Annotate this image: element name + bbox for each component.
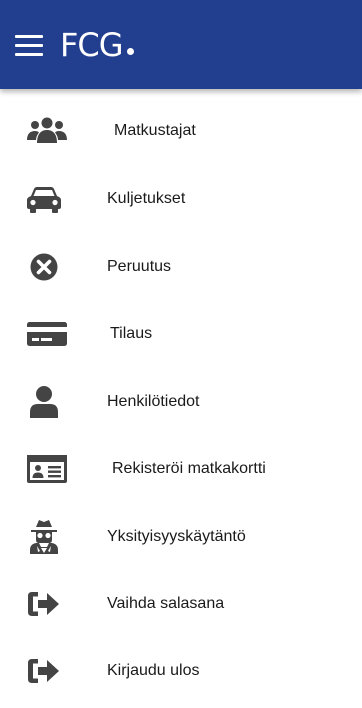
- menu-label-peruutus: Peruutus: [107, 258, 172, 275]
- menu-item-rekisteroi-matkakortti[interactable]: Rekisteröi matkakortti: [0, 445, 362, 493]
- menu-label-matkustajat: Matkustajat: [114, 122, 196, 139]
- menu-label-rekisteroi-matkakortti: Rekisteröi matkakortti: [112, 460, 266, 477]
- logo-dot: [126, 47, 134, 55]
- menu-item-vaihda-salasana[interactable]: Vaihda salasana: [0, 580, 362, 628]
- credit-card-icon: [25, 316, 69, 352]
- fcg-logo[interactable]: FCG: [60, 25, 134, 65]
- menu-item-yksityisyyskaytanto[interactable]: Yksityisyyskäytäntö: [0, 513, 362, 561]
- app-header: FCG: [0, 0, 362, 89]
- menu-label-kuljetukset: Kuljetukset: [107, 190, 186, 207]
- menu-item-peruutus[interactable]: Peruutus: [0, 243, 362, 291]
- menu-item-matkustajat[interactable]: Matkustajat: [0, 107, 362, 155]
- menu-label-henkilotiedot: Henkilötiedot: [107, 393, 200, 410]
- menu-label-vaihda-salasana: Vaihda salasana: [107, 595, 225, 612]
- logo-text: FCG: [60, 26, 124, 64]
- menu-item-kirjaudu-ulos[interactable]: Kirjaudu ulos: [0, 647, 362, 695]
- user-secret-icon: [25, 519, 69, 555]
- menu-item-henkilotiedot[interactable]: Henkilötiedot: [0, 378, 362, 426]
- menu-item-kuljetukset[interactable]: Kuljetukset: [0, 175, 362, 223]
- hamburger-icon[interactable]: [15, 34, 43, 58]
- sign-out-icon: [25, 586, 69, 622]
- sign-out-icon: [25, 653, 69, 689]
- menu-item-tilaus[interactable]: Tilaus: [0, 310, 362, 358]
- menu-label-yksityisyyskaytanto: Yksityisyyskäytäntö: [107, 528, 246, 545]
- menu-label-kirjaudu-ulos: Kirjaudu ulos: [107, 662, 200, 679]
- taxi-icon: [25, 181, 69, 217]
- users-icon: [25, 113, 69, 149]
- user-icon: [25, 384, 69, 420]
- id-card-icon: [25, 451, 69, 487]
- menu-label-tilaus: Tilaus: [110, 325, 153, 342]
- cancel-circle-icon: [25, 249, 69, 285]
